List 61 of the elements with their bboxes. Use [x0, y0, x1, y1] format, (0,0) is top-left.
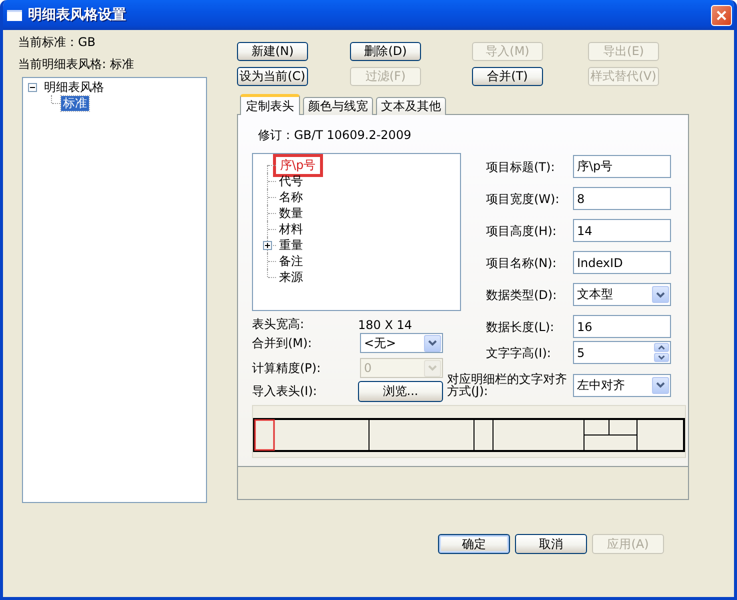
- dropdown[interactable]: <无>: [360, 333, 443, 353]
- close-icon: [716, 10, 727, 20]
- field-label: 项目名称(N):: [485, 256, 558, 268]
- field-label: 文字字高(I):: [485, 346, 552, 358]
- text-field[interactable]: 14: [573, 219, 671, 242]
- dialog-button[interactable]: 取消: [515, 534, 587, 554]
- plus-box-icon[interactable]: [263, 241, 272, 250]
- toolbar-button[interactable]: 设为当前(C): [237, 67, 308, 86]
- browse-button[interactable]: 浏览...: [358, 381, 443, 402]
- tab[interactable]: 文本及其他: [376, 97, 446, 115]
- spin-up-button[interactable]: [654, 343, 669, 352]
- tree-item[interactable]: 重量: [277, 238, 305, 252]
- chevron-down-icon: [658, 355, 665, 360]
- dropdown[interactable]: 左中对齐: [573, 374, 671, 396]
- dropdown[interactable]: 文本型: [573, 283, 671, 306]
- tree-item[interactable]: 代号: [277, 174, 305, 188]
- tab[interactable]: 颜色与线宽: [303, 97, 373, 115]
- window-icon: [7, 10, 22, 20]
- field-label: 项目宽度(W):: [485, 192, 560, 204]
- window-title: 明细表风格设置: [28, 6, 126, 24]
- chevron-up-icon: [658, 345, 665, 350]
- tree-item[interactable]: 备注: [277, 254, 305, 268]
- chevron-down-icon: [656, 382, 665, 388]
- tree-item[interactable]: 名称: [277, 190, 305, 204]
- dropdown-arrow-button[interactable]: [652, 376, 669, 394]
- field-label: 计算精度(P):: [252, 360, 322, 376]
- tree-item[interactable]: 材料: [277, 222, 305, 236]
- current-style-text: 当前明细表风格: 标准: [18, 57, 135, 71]
- dialog-button[interactable]: 确定: [438, 534, 510, 554]
- field-label: 合并到(M):: [252, 334, 313, 352]
- field-label: 导入表头(I):: [252, 383, 318, 400]
- field-label: 对应明细栏的文字对齐方式(J):: [447, 373, 568, 397]
- tab[interactable]: 定制表头: [240, 94, 300, 115]
- text-field[interactable]: 8: [573, 187, 671, 210]
- toolbar-button[interactable]: 新建(N): [237, 42, 308, 61]
- tree-item[interactable]: 标准: [61, 96, 89, 110]
- close-button[interactable]: [711, 4, 732, 26]
- tree-item[interactable]: 明细表风格: [42, 80, 106, 94]
- chevron-down-icon: [428, 365, 437, 371]
- toolbar-button[interactable]: 删除(D): [350, 42, 421, 61]
- field-label: 表头宽高:: [252, 316, 306, 333]
- text-field[interactable]: 序\p号: [573, 155, 671, 178]
- tree-item[interactable]: 来源: [277, 270, 305, 284]
- field-label: 项目高度(H):: [485, 224, 558, 236]
- dropdown-arrow-button[interactable]: [652, 286, 669, 303]
- toolbar-button[interactable]: 合并(T): [472, 67, 543, 86]
- current-standard-text: 当前标准：GB: [18, 35, 97, 49]
- dropdown-arrow-button[interactable]: [424, 334, 441, 352]
- minus-box-icon[interactable]: [28, 83, 37, 92]
- chevron-down-icon: [428, 340, 437, 346]
- field-label: 数据长度(L):: [485, 320, 556, 332]
- chevron-down-icon: [656, 292, 665, 298]
- text-field[interactable]: 16: [573, 315, 671, 338]
- tree-item[interactable]: 数量: [277, 206, 305, 220]
- spin-box[interactable]: 5: [573, 341, 671, 364]
- field-label: 项目标题(T):: [485, 160, 556, 172]
- revision-text: 修订：GB/T 10609.2-2009: [258, 128, 412, 142]
- spin-down-button[interactable]: [654, 353, 669, 362]
- text-field[interactable]: IndexID: [573, 251, 671, 274]
- size-value: 180 X 14: [358, 318, 414, 332]
- field-label: 数据类型(D):: [485, 288, 558, 300]
